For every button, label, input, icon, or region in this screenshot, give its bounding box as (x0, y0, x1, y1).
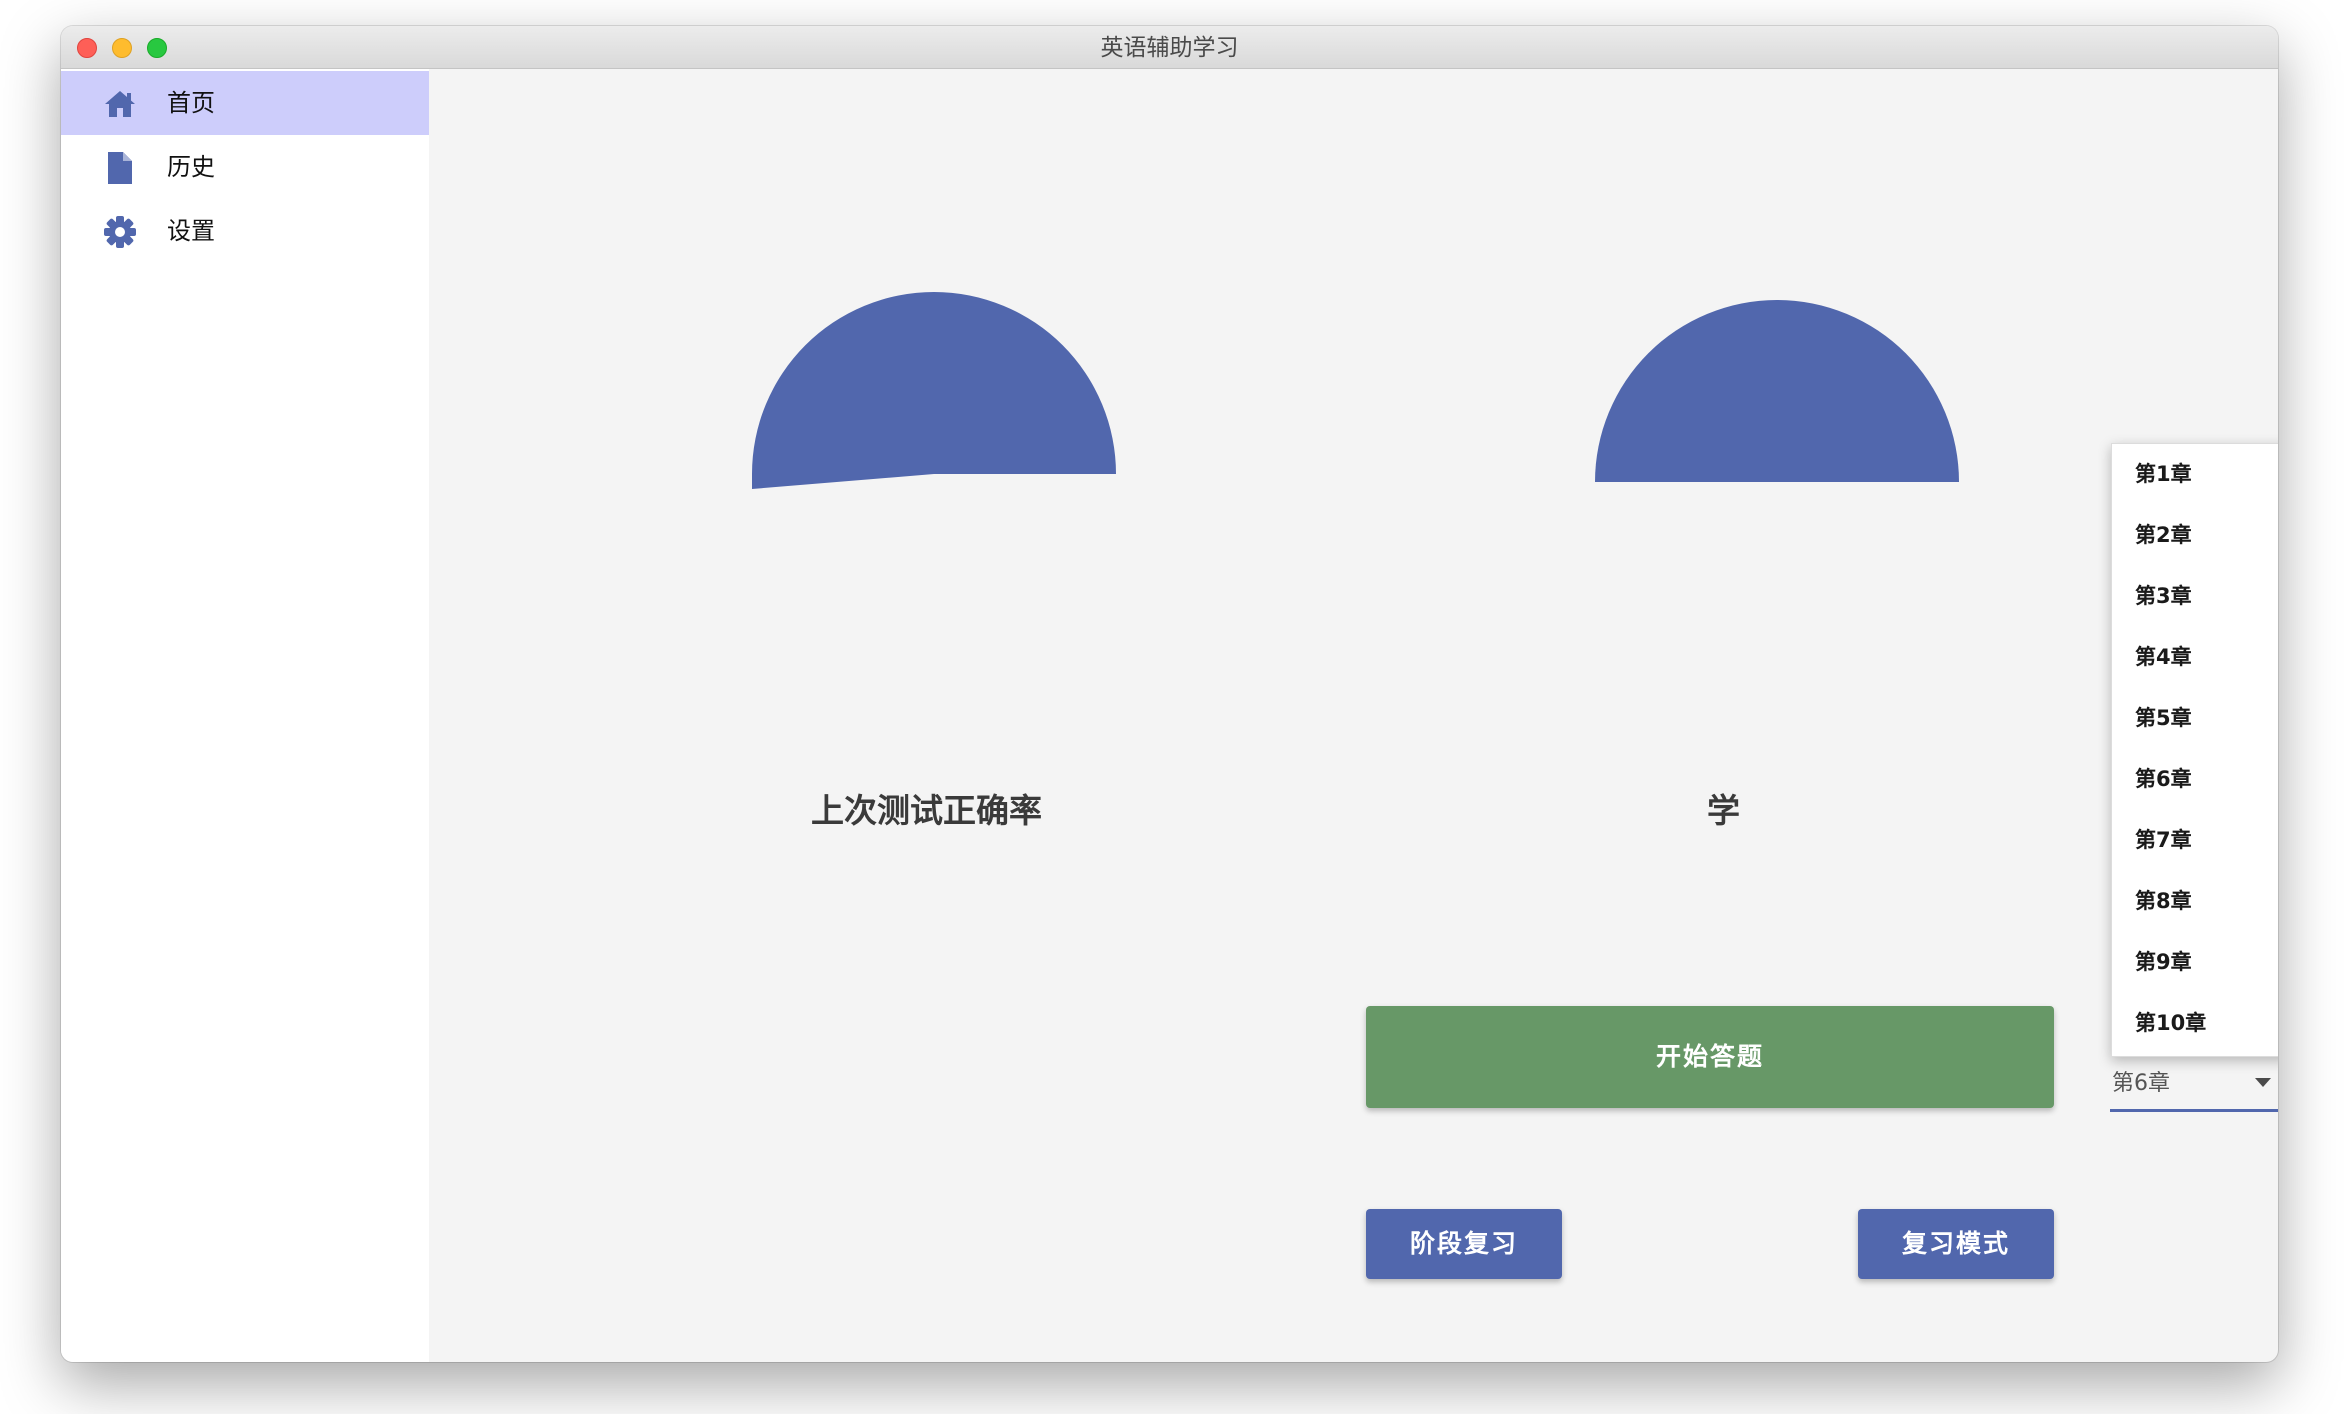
chapter-option[interactable]: 第5章 (2112, 688, 2278, 749)
chapter-option[interactable]: 第8章 (2112, 871, 2278, 932)
file-icon (108, 152, 132, 184)
chapter-dropdown-menu: 第1章 第2章 第3章 第4章 第5章 第6章 第7章 第8章 第9章 第10章 (2111, 443, 2278, 1057)
start-quiz-button[interactable]: 开始答题 (1366, 1006, 2054, 1108)
chapter-option[interactable]: 第9章 (2112, 932, 2278, 993)
chapter-select[interactable]: 第6章 (2110, 1059, 2278, 1112)
main-content: 上次测试正确率 学 开始答题 阶段复习 复习模式 第6章 第1章 第2章 第3章… (429, 69, 2278, 1362)
chapter-option[interactable]: 第6章 (2112, 749, 2278, 810)
app-window: 英语辅助学习 首页 历史 设置 上次测试正确率 学 开始答题 阶段复习 复习模式… (61, 26, 2278, 1362)
last-test-accuracy-label: 上次测试正确率 (811, 791, 1042, 830)
home-icon (105, 91, 135, 117)
review-mode-button[interactable]: 复习模式 (1858, 1209, 2054, 1279)
sidebar-item-history[interactable]: 历史 (61, 135, 429, 199)
chapter-select-value: 第6章 (2112, 1071, 2170, 1096)
sidebar-item-label: 首页 (167, 89, 215, 117)
chapter-option[interactable]: 第7章 (2112, 810, 2278, 871)
sidebar-item-settings[interactable]: 设置 (61, 199, 429, 263)
chapter-option[interactable]: 第1章 (2112, 444, 2278, 505)
progress-gauge-label: 学 (1707, 791, 1740, 830)
window-title: 英语辅助学习 (1100, 35, 1239, 61)
chapter-option[interactable]: 第2章 (2112, 505, 2278, 566)
chevron-down-icon[interactable] (2255, 1078, 2271, 1087)
stage-review-button[interactable]: 阶段复习 (1366, 1209, 1562, 1279)
chapter-option[interactable]: 第3章 (2112, 566, 2278, 627)
sidebar: 首页 历史 设置 (61, 69, 429, 1362)
title-bar[interactable]: 英语辅助学习 (61, 26, 2278, 69)
sidebar-item-home[interactable]: 首页 (61, 71, 429, 135)
progress-gauge (1595, 300, 1959, 482)
chapter-option[interactable]: 第4章 (2112, 627, 2278, 688)
sidebar-item-label: 历史 (167, 153, 215, 181)
chapter-option[interactable]: 第10章 (2112, 993, 2278, 1054)
sidebar-item-label: 设置 (167, 217, 215, 245)
last-test-accuracy-gauge (752, 292, 1116, 489)
gear-icon (104, 216, 136, 248)
